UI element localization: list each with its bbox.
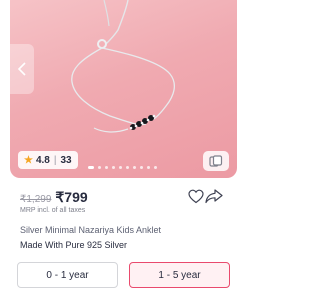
carousel-dot[interactable] <box>154 166 157 169</box>
carousel-dot[interactable] <box>126 166 129 169</box>
share-button[interactable] <box>205 189 223 209</box>
similar-products-icon <box>209 155 223 167</box>
carousel-dot[interactable] <box>147 166 150 169</box>
carousel-dot[interactable] <box>88 166 94 169</box>
carousel-dot[interactable] <box>140 166 143 169</box>
rating-badge[interactable]: ★ 4.8 | 33 <box>18 151 78 169</box>
carousel-dot[interactable] <box>133 166 136 169</box>
price-row: ₹1,299 ₹799 <box>20 189 88 206</box>
wishlist-button[interactable] <box>188 189 204 209</box>
product-subtitle: Made With Pure 925 Silver <box>20 240 128 250</box>
mrp-tax-note: MRP incl. of all taxes <box>20 207 86 214</box>
carousel-indicator <box>88 166 157 169</box>
selling-price: ₹799 <box>55 189 88 205</box>
rating-value: 4.8 <box>35 154 50 166</box>
rating-count: 33 <box>60 154 72 166</box>
size-option-0-1-year[interactable]: 0 - 1 year <box>17 262 118 288</box>
carousel-dot[interactable] <box>119 166 122 169</box>
rating-separator: | <box>53 154 57 166</box>
share-icon <box>205 189 223 204</box>
carousel-dot[interactable] <box>105 166 108 169</box>
chevron-left-icon <box>17 62 26 76</box>
star-icon: ★ <box>24 154 33 166</box>
carousel-prev-button[interactable] <box>10 44 34 94</box>
view-similar-button[interactable] <box>203 151 229 171</box>
carousel-dot[interactable] <box>98 166 101 169</box>
size-option-1-5-year[interactable]: 1 - 5 year <box>129 262 230 288</box>
carousel-dot[interactable] <box>112 166 115 169</box>
mrp-price: ₹1,299 <box>20 194 52 205</box>
product-title: Silver Minimal Nazariya Kids Anklet <box>20 225 162 235</box>
heart-icon <box>188 189 204 204</box>
